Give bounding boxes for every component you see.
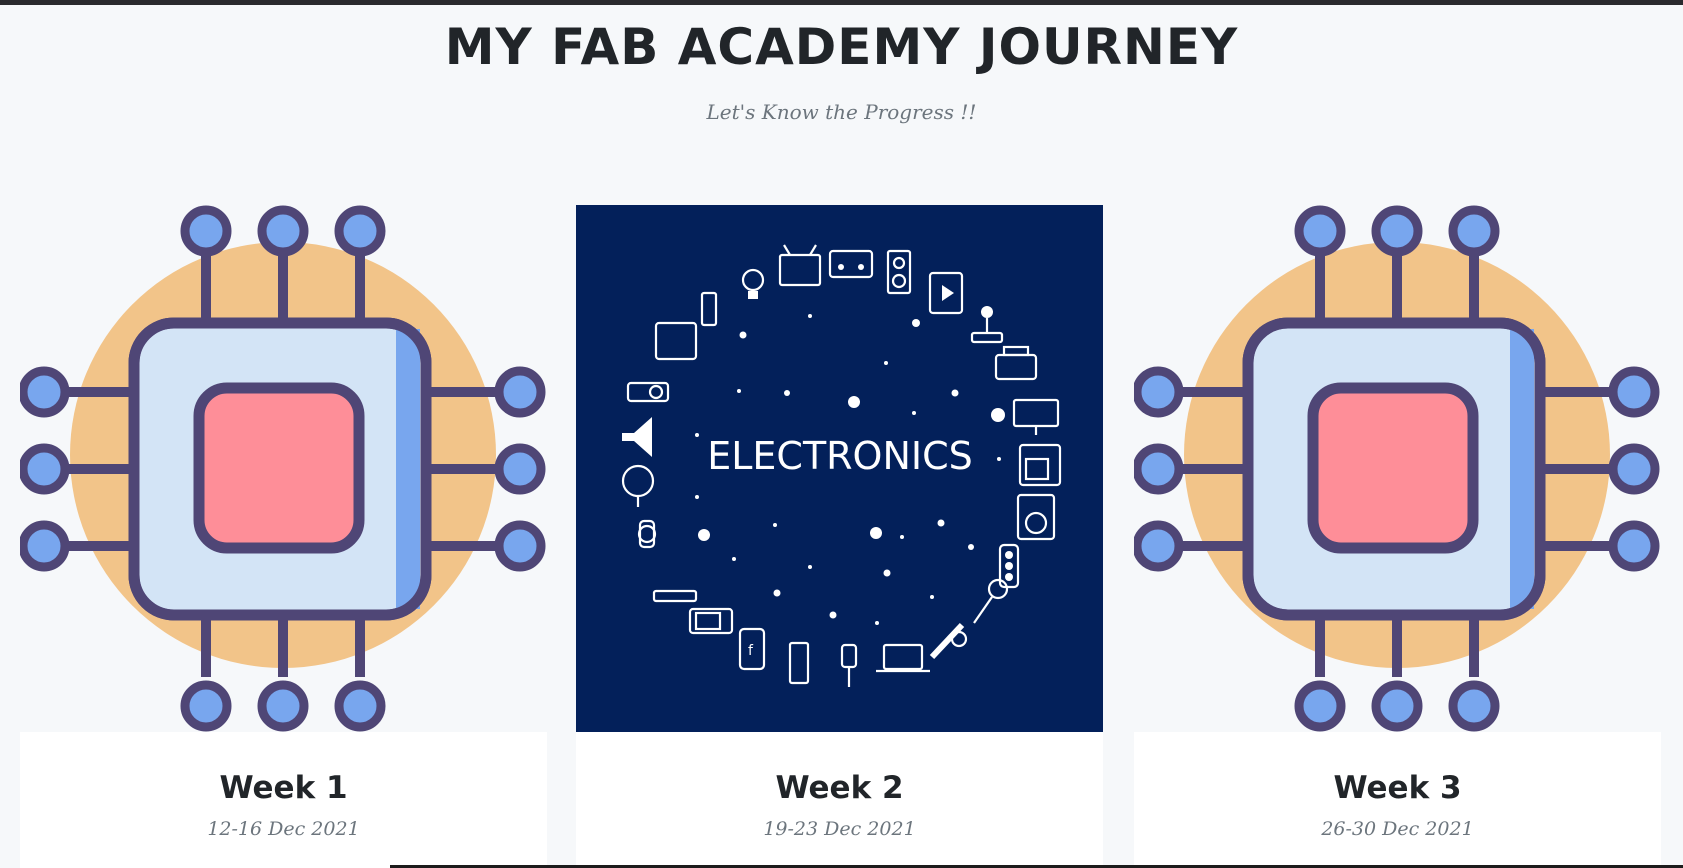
microchip-icon <box>20 205 546 732</box>
electronics-banner: f ELECTRONICS <box>576 205 1103 732</box>
week-3-title: Week 3 <box>1333 770 1462 806</box>
week-1-dates: 12-16 Dec 2021 <box>207 818 360 840</box>
week-1-title: Week 1 <box>219 770 348 806</box>
week-1-caption: Week 1 12-16 Dec 2021 <box>20 732 547 868</box>
week-2-caption: Week 2 19-23 Dec 2021 <box>576 732 1103 868</box>
week-3-dates: 26-30 Dec 2021 <box>1321 818 1474 840</box>
week-1-card[interactable]: Week 1 12-16 Dec 2021 <box>20 205 547 868</box>
page-subtitle: Let's Know the Progress !! <box>706 100 977 124</box>
page-title: MY FAB ACADEMY JOURNEY <box>444 18 1239 76</box>
week-3-card[interactable]: Week 3 26-30 Dec 2021 <box>1134 205 1661 868</box>
week-2-card[interactable]: f ELECTRONICS Week 2 19-23 Dec 2021 <box>576 205 1103 868</box>
week-3-caption: Week 3 26-30 Dec 2021 <box>1134 732 1661 868</box>
week-2-title: Week 2 <box>775 770 904 806</box>
microchip-icon <box>1134 205 1660 732</box>
top-border <box>0 0 1683 5</box>
electronics-label: ELECTRONICS <box>707 434 973 478</box>
week-2-dates: 19-23 Dec 2021 <box>763 818 916 840</box>
